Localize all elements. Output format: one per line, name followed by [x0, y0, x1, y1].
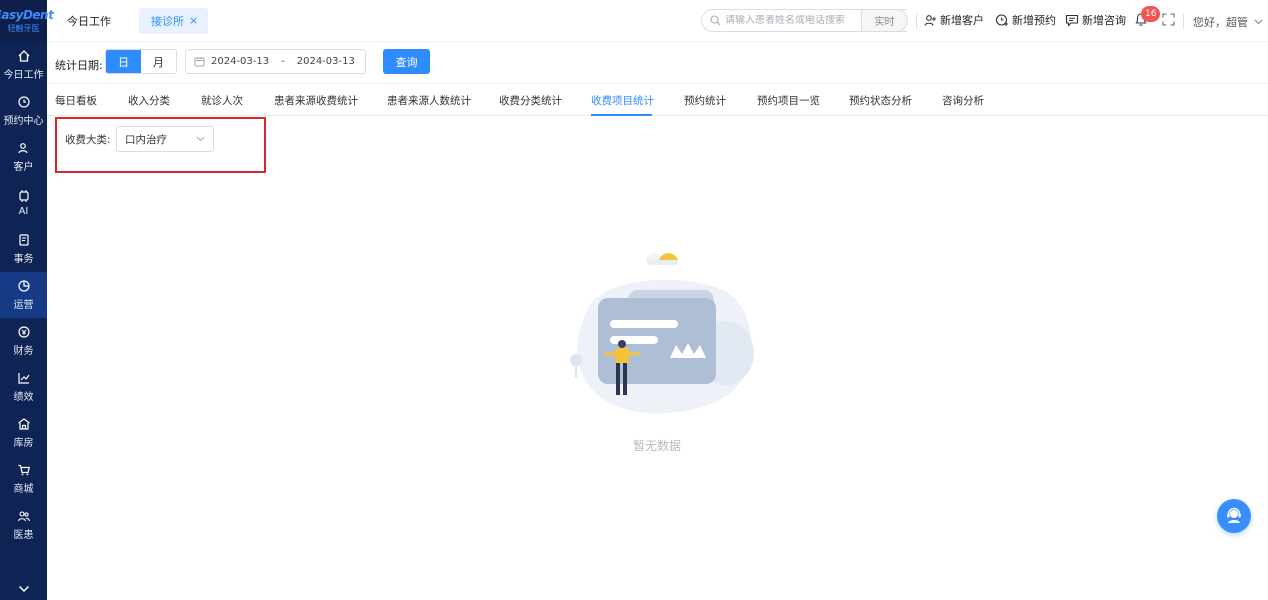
notification-badge: 16 — [1141, 6, 1161, 22]
stat-date-label: 统计日期: — [55, 59, 103, 72]
document-icon — [18, 234, 29, 246]
query-button[interactable]: 查询 — [383, 49, 430, 74]
sidebar-item-label: 预约中心 — [3, 116, 44, 127]
date-start: 2024-03-13 — [211, 56, 270, 67]
ai-chip-icon — [18, 190, 29, 202]
calendar-icon — [194, 57, 205, 67]
sidebar-item-warehouse[interactable]: 库房 — [0, 410, 47, 456]
sidebar-item-label: 事务 — [13, 254, 34, 265]
add-appointment-button[interactable]: 新增预约 — [995, 12, 1056, 28]
warehouse-icon — [17, 418, 30, 430]
top-bar: 今日工作 接诊所 × 实时 新增客户 新增预约 新增咨询 16 您好，超管 — [47, 0, 1268, 42]
tab-fee-item-stats[interactable]: 收费项目统计 — [591, 93, 654, 108]
tab-consultation-analysis[interactable]: 咨询分析 — [942, 93, 984, 108]
chevron-down-icon — [196, 136, 205, 142]
sidebar-item-label: 财务 — [13, 346, 34, 357]
chat-icon — [1065, 14, 1079, 27]
tab-appointment-items[interactable]: 预约项目一览 — [757, 93, 820, 108]
people-icon — [17, 511, 30, 522]
support-agent-icon — [1227, 507, 1241, 523]
close-icon[interactable]: × — [189, 14, 198, 27]
tab-daily-board[interactable]: 每日看板 — [55, 93, 97, 108]
sidebar-item-appointment-center[interactable]: 预约中心 — [0, 88, 47, 134]
empty-state-illustration — [570, 253, 754, 414]
sidebar-item-today-work[interactable]: 今日工作 — [0, 42, 47, 88]
tab-fee-category-stats[interactable]: 收费分类统计 — [499, 93, 562, 108]
mode-day-button[interactable]: 日 — [106, 50, 141, 73]
date-filter-bar: 统计日期: 日 月 2024-03-13 - 2024-03-13 查询 — [47, 42, 1268, 84]
tab-reception[interactable]: 接诊所 × — [139, 7, 209, 34]
tab-appointment-status[interactable]: 预约状态分析 — [849, 93, 912, 108]
cart-icon — [18, 464, 30, 476]
sidebar-item-doctor-patient[interactable]: 医患 — [0, 502, 47, 548]
sidebar-more-button[interactable] — [0, 578, 47, 600]
tab-visit-count[interactable]: 就诊人次 — [201, 93, 243, 108]
fee-category-select[interactable]: 口内治疗 — [116, 126, 214, 152]
sidebar-item-mall[interactable]: 商城 — [0, 456, 47, 502]
clock-icon — [17, 96, 30, 108]
add-customer-label: 新增客户 — [940, 14, 984, 27]
chevron-down-icon — [18, 585, 29, 593]
brand-logo[interactable]: EasyDent 轻触牙医 — [0, 0, 54, 42]
sidebar-item-performance[interactable]: 绩效 — [0, 364, 47, 410]
sidebar-item-customers[interactable]: 客户 — [0, 134, 47, 180]
sidebar-item-label: 今日工作 — [3, 70, 44, 81]
date-range-picker[interactable]: 2024-03-13 - 2024-03-13 — [185, 49, 366, 74]
add-consultation-label: 新增咨询 — [1082, 14, 1126, 27]
sidebar-item-label: 客户 — [13, 162, 34, 173]
add-clock-icon — [995, 14, 1008, 26]
tab-income-category[interactable]: 收入分类 — [128, 93, 170, 108]
sidebar-item-finance[interactable]: 财务 — [0, 318, 47, 364]
empty-state-text: 暂无数据 — [633, 439, 682, 453]
sidebar-item-operations[interactable]: 运营 — [0, 272, 47, 318]
fee-category-value: 口内治疗 — [125, 133, 167, 146]
fee-category-filter: 收费大类: 口内治疗 — [55, 117, 266, 173]
date-mode-toggle: 日 月 — [105, 49, 177, 74]
tab-reception-label: 接诊所 — [151, 14, 184, 28]
line-chart-icon — [17, 373, 29, 384]
add-consultation-button[interactable]: 新增咨询 — [1065, 12, 1126, 28]
active-tab-indicator — [591, 114, 652, 116]
sidebar-item-ai[interactable]: AI — [0, 180, 47, 226]
user-greeting: 您好，超管 — [1193, 16, 1248, 29]
user-menu[interactable]: 您好，超管 — [1193, 14, 1263, 30]
sidebar-item-label: 绩效 — [13, 392, 34, 403]
tab-appointment-stats[interactable]: 预约统计 — [684, 93, 726, 108]
sidebar: EasyDent 轻触牙医 今日工作 预约中心 客户 AI 事务 运营 财务 绩… — [0, 0, 54, 600]
brand-subtitle: 轻触牙医 — [7, 24, 40, 33]
home-icon — [18, 50, 29, 62]
sidebar-item-label: 库房 — [13, 438, 34, 449]
sidebar-item-affairs[interactable]: 事务 — [0, 226, 47, 272]
sidebar-item-label: 医患 — [13, 530, 34, 541]
date-end: 2024-03-13 — [296, 56, 355, 67]
add-user-icon — [924, 14, 936, 26]
realtime-button[interactable]: 实时 — [861, 9, 908, 32]
add-appointment-label: 新增预约 — [1012, 14, 1056, 27]
pie-chart-icon — [17, 280, 30, 292]
tab-source-fee-stats[interactable]: 患者来源收费统计 — [274, 93, 358, 108]
sidebar-item-label: AI — [18, 206, 29, 217]
report-tabs: 每日看板 收入分类 就诊人次 患者来源收费统计 患者来源人数统计 收费分类统计 … — [47, 84, 1268, 116]
user-icon — [17, 143, 28, 154]
tab-today-work[interactable]: 今日工作 — [67, 13, 111, 29]
tab-source-count-stats[interactable]: 患者来源人数统计 — [387, 93, 471, 108]
fee-category-label: 收费大类: — [65, 134, 111, 146]
divider — [916, 13, 917, 29]
brand-name: EasyDent — [0, 8, 54, 22]
date-separator: - — [281, 56, 285, 67]
fullscreen-icon[interactable] — [1162, 13, 1175, 26]
mode-month-button[interactable]: 月 — [141, 50, 176, 73]
sidebar-item-label: 商城 — [13, 484, 34, 495]
add-customer-button[interactable]: 新增客户 — [924, 12, 984, 28]
chevron-down-icon — [1254, 19, 1263, 25]
divider — [1183, 13, 1184, 29]
customer-service-button[interactable] — [1217, 499, 1251, 533]
money-icon — [17, 326, 30, 338]
sidebar-item-label: 运营 — [13, 300, 34, 311]
search-icon — [710, 15, 721, 26]
